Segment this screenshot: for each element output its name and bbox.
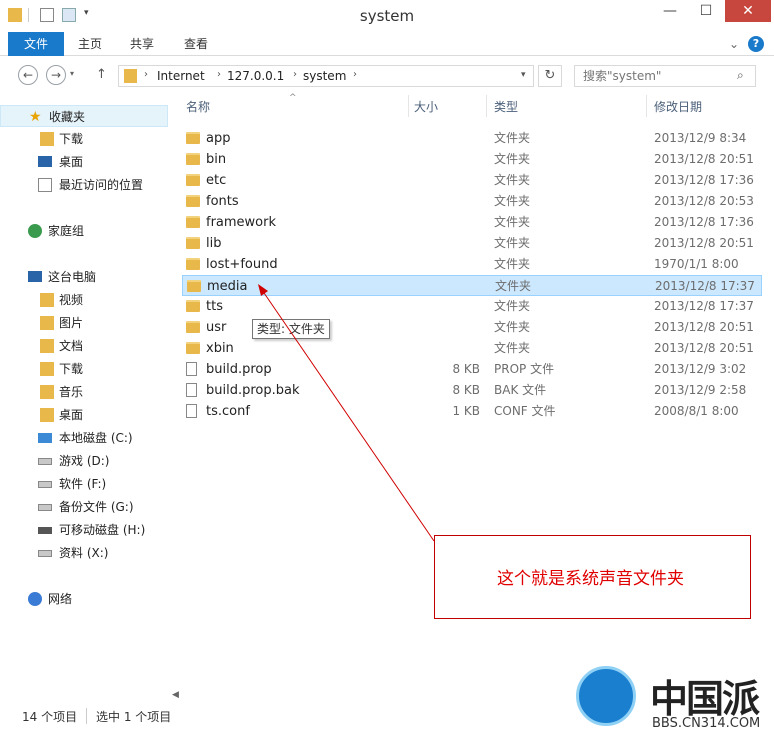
logo-brand: 中国派 — [650, 677, 760, 721]
logo-site: BBS.CN314.COM — [652, 716, 761, 731]
selection-count: 选中 1 个项目 — [96, 710, 172, 724]
annotation-box: 这个就是系统声音文件夹 — [434, 535, 751, 619]
divider — [86, 708, 87, 724]
item-count: 14 个项目 — [22, 710, 78, 724]
logo-globe-icon — [576, 666, 636, 726]
annotation-arrow — [258, 284, 435, 542]
annotation-text: 这个就是系统声音文件夹 — [497, 569, 684, 589]
watermark-logo: 中国派 BBS.CN314.COM — [572, 660, 772, 736]
scroll-left-icon[interactable]: ◀ — [172, 690, 179, 700]
